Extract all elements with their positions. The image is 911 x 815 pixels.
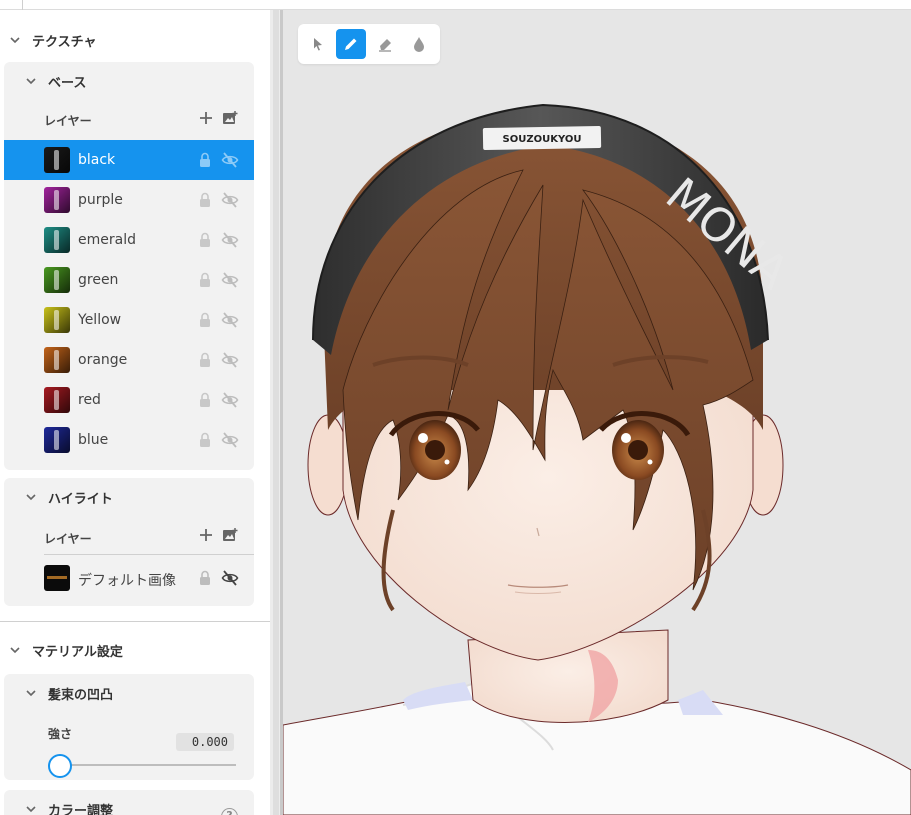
headband-label: SOUZOUKYOU <box>503 134 582 145</box>
chevron-down-icon <box>26 806 36 813</box>
chevron-down-icon <box>26 494 36 501</box>
chevron-down-icon <box>10 647 20 654</box>
material-section-header[interactable]: マテリアル設定 <box>0 632 123 668</box>
layer-thumbnail <box>44 187 70 213</box>
layer-row-purple[interactable]: purple <box>4 180 254 220</box>
layer-name: デフォルト画像 <box>78 573 176 589</box>
layer-row-black[interactable]: black <box>4 140 254 180</box>
base-card-header[interactable]: ベース <box>4 62 254 100</box>
layer-thumbnail <box>44 347 70 373</box>
chevron-down-icon <box>10 37 20 44</box>
tab-separator <box>22 0 23 10</box>
bump-card-title: 髪束の凹凸 <box>48 687 114 703</box>
layer-thumbnail <box>44 565 70 591</box>
layer-row-emerald[interactable]: emerald <box>4 220 254 260</box>
eye-off-icon[interactable] <box>221 391 239 409</box>
lock-icon[interactable] <box>198 232 212 248</box>
eye-off-icon[interactable] <box>221 231 239 249</box>
eye-off-icon[interactable] <box>221 351 239 369</box>
eye-off-icon[interactable] <box>221 569 239 587</box>
layers-label: レイヤー <box>44 532 92 546</box>
layer-row-red[interactable]: red <box>4 380 254 420</box>
strength-slider-track[interactable] <box>60 764 236 766</box>
eye-off-icon[interactable] <box>221 431 239 449</box>
fill-tool-button[interactable] <box>404 29 434 59</box>
pen-icon <box>345 38 357 50</box>
layer-name: purple <box>78 192 123 208</box>
divider <box>44 554 254 555</box>
layer-thumbnail <box>44 227 70 253</box>
pen-tool-button[interactable] <box>336 29 366 59</box>
layer-name: orange <box>78 352 128 368</box>
layer-thumbnail <box>44 267 70 293</box>
section-divider <box>0 621 270 622</box>
texture-section-title: テクスチャ <box>32 34 97 50</box>
eraser-tool-button[interactable] <box>370 29 400 59</box>
color-adjust-card: カラー調整 <box>4 790 254 815</box>
select-tool-button[interactable] <box>303 29 333 59</box>
bump-card-header[interactable]: 髪束の凹凸 <box>4 674 254 712</box>
layer-name: emerald <box>78 232 136 248</box>
layer-row-blue[interactable]: blue <box>4 420 254 460</box>
base-card-title: ベース <box>48 75 87 91</box>
fill-drop-icon <box>414 37 424 52</box>
layer-name: red <box>78 392 101 408</box>
layer-row-yellow[interactable]: Yellow <box>4 300 254 340</box>
layer-row-default-image[interactable]: デフォルト画像 <box>4 558 254 598</box>
layer-thumbnail <box>44 427 70 453</box>
lock-icon[interactable] <box>198 432 212 448</box>
layer-name: black <box>78 152 116 168</box>
layer-thumbnail <box>44 147 70 173</box>
lock-icon[interactable] <box>198 272 212 288</box>
layer-name: Yellow <box>78 312 122 328</box>
drawing-toolbar <box>298 24 440 64</box>
avatar-render: SOUZOUKYOU MONA <box>283 103 911 815</box>
3d-viewport[interactable]: SOUZOUKYOU MONA <box>283 10 911 815</box>
lock-icon[interactable] <box>198 570 212 586</box>
strength-label: 強さ <box>48 727 73 741</box>
base-card: ベース レイヤー black purple emerald green Yellow or… <box>4 62 254 470</box>
add-image-icon[interactable] <box>222 110 238 126</box>
layer-row-green[interactable]: green <box>4 260 254 300</box>
color-adjust-title: カラー調整 <box>48 803 114 815</box>
eye-off-icon[interactable] <box>221 311 239 329</box>
eye-off-icon[interactable] <box>221 151 239 169</box>
eraser-icon <box>379 39 391 52</box>
layer-row-orange[interactable]: orange <box>4 340 254 380</box>
add-layer-icon[interactable] <box>198 110 214 126</box>
add-image-icon[interactable] <box>222 527 238 543</box>
layer-thumbnail <box>44 387 70 413</box>
chevron-down-icon <box>26 690 36 697</box>
color-adjust-header[interactable]: カラー調整 <box>4 790 254 815</box>
chevron-down-icon <box>26 78 36 85</box>
lock-icon[interactable] <box>198 152 212 168</box>
layer-thumbnail <box>44 307 70 333</box>
eye-off-icon[interactable] <box>221 271 239 289</box>
texture-section-header[interactable]: テクスチャ <box>0 22 96 58</box>
highlight-card-title: ハイライト <box>48 491 113 507</box>
top-strip <box>0 0 911 10</box>
add-layer-icon[interactable] <box>198 527 214 543</box>
app: テクスチャ ベース レイヤー black purple emerald green Ye… <box>0 0 911 815</box>
strength-slider-knob[interactable] <box>48 754 72 778</box>
lock-icon[interactable] <box>198 312 212 328</box>
eye-off-icon[interactable] <box>221 191 239 209</box>
highlight-card-header[interactable]: ハイライト <box>4 478 254 516</box>
layer-name: blue <box>78 432 109 448</box>
select-arrow-icon <box>314 38 322 51</box>
highlight-card: ハイライト レイヤー デフォルト画像 <box>4 478 254 606</box>
material-section-title: マテリアル設定 <box>32 644 123 660</box>
lock-icon[interactable] <box>198 192 212 208</box>
layers-label: レイヤー <box>44 114 92 128</box>
sidebar: テクスチャ ベース レイヤー black purple emerald green Ye… <box>0 10 270 815</box>
panel-splitter[interactable] <box>273 10 279 815</box>
lock-icon[interactable] <box>198 392 212 408</box>
strength-value-input[interactable]: 0.000 <box>176 733 234 751</box>
layer-name: green <box>78 272 119 288</box>
lock-icon[interactable] <box>198 352 212 368</box>
